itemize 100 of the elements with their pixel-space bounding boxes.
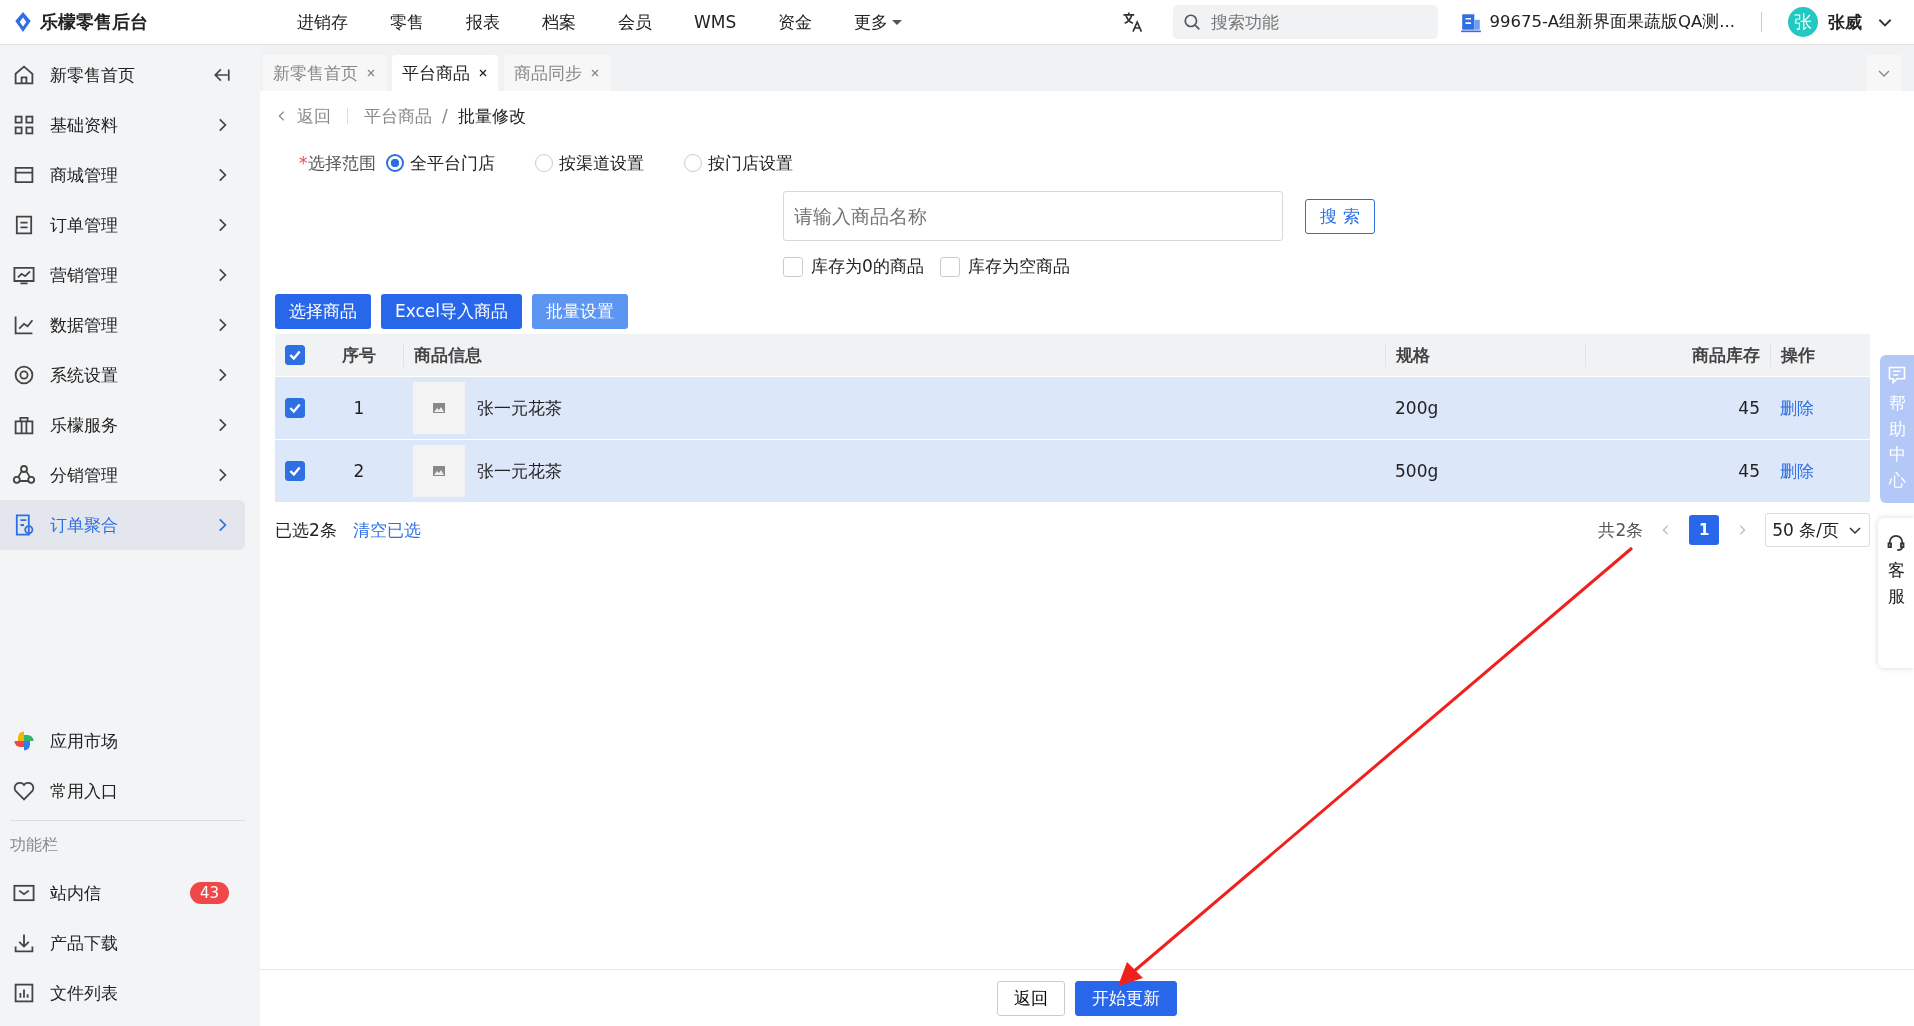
radio-label: 按渠道设置 [558, 151, 644, 175]
sidebar-item[interactable]: 数据管理 [0, 300, 245, 350]
sidebar-item[interactable]: 订单聚合 [0, 500, 245, 550]
back-button[interactable]: 返回 [997, 980, 1065, 1016]
sidebar-item[interactable]: 常用入口 [0, 766, 245, 816]
sidebar-item[interactable]: 基础资料 [0, 100, 245, 150]
scope-radio-option[interactable]: 全平台门店 [385, 151, 495, 175]
delete-link[interactable]: 删除 [1780, 396, 1814, 420]
store-name[interactable]: 99675-A组新界面果蔬版QA测... [1489, 11, 1735, 33]
top-nav-item[interactable]: 资金 [757, 10, 834, 34]
settings-icon [12, 363, 36, 387]
clear-selection-link[interactable]: 清空已选 [352, 518, 421, 542]
sidebar-item-label: 系统设置 [50, 363, 119, 387]
back-link[interactable]: 返回 [275, 104, 331, 128]
column-header: 规格 [1396, 343, 1430, 367]
sidebar-item[interactable]: 系统设置 [0, 350, 245, 400]
check-icon [288, 464, 302, 478]
search-icon [1182, 13, 1201, 31]
search-button[interactable]: 搜 索 [1305, 198, 1375, 234]
field-label: 选择范围 [307, 151, 376, 175]
selection-count: 已选2条 [275, 518, 337, 542]
more-menu[interactable]: 更多 [833, 10, 924, 34]
select-all-checkbox[interactable] [285, 345, 305, 365]
tab-label: 平台商品 [402, 61, 470, 85]
column-header: 商品库存 [1692, 343, 1760, 367]
translate-icon[interactable] [1120, 10, 1145, 34]
user-name[interactable]: 张威 [1828, 10, 1862, 34]
table-cell: 2 [353, 461, 365, 481]
table-row[interactable]: 1 张一元花茶 200g 45 删除 [275, 376, 1870, 439]
delete-link[interactable]: 删除 [1780, 459, 1814, 483]
section-title: 功能栏 [9, 834, 59, 856]
radio-button[interactable] [385, 154, 404, 172]
search-field[interactable]: 搜索功能 [1172, 5, 1438, 39]
close-icon[interactable] [478, 68, 488, 78]
sidebar-item-label: 基础资料 [50, 113, 119, 137]
sidebar-item-label: 应用市场 [50, 729, 119, 753]
page-size-select[interactable]: 50 条/页 [1765, 513, 1870, 547]
grid-icon [12, 113, 36, 137]
page-tab[interactable]: 平台商品 [392, 55, 498, 91]
sidebar-item-label: 乐檬服务 [50, 413, 119, 437]
sidebar-item[interactable]: 乐檬服务 [0, 400, 245, 450]
breadcrumb-item[interactable]: 平台商品 [364, 104, 432, 128]
top-nav-item[interactable]: 档案 [521, 10, 597, 34]
sidebar-item[interactable]: 新零售首页 [0, 50, 245, 100]
sidebar-item[interactable]: 应用市场 [0, 716, 245, 766]
top-nav-item[interactable]: WMS [673, 10, 758, 34]
checkbox-label: 库存为空商品 [967, 255, 1070, 278]
sidebar-item-label: 分销管理 [50, 463, 119, 487]
table-cell: 45 [1738, 398, 1760, 418]
sidebar-item[interactable]: 站内信 43 [0, 868, 245, 918]
sidebar-item-label: 订单聚合 [50, 513, 119, 537]
sidebar-item[interactable]: 订单管理 [0, 200, 245, 250]
table-cell: 张一元花茶 [477, 459, 562, 483]
table-cell: 500g [1395, 461, 1439, 481]
checkbox[interactable] [939, 256, 960, 277]
action-button[interactable]: 选择商品 [275, 294, 371, 329]
top-nav-item[interactable]: 零售 [369, 10, 445, 34]
sidebar-item[interactable]: 商城管理 [0, 150, 245, 200]
checkbox[interactable] [783, 256, 803, 277]
sidebar-item[interactable]: 营销管理 [0, 250, 245, 300]
checkbox-label: 库存为0的商品 [811, 255, 924, 278]
collapse-icon[interactable] [213, 66, 231, 84]
column-header: 商品信息 [414, 343, 482, 367]
table-row[interactable]: 2 张一元花茶 500g 45 删除 [275, 439, 1870, 502]
sidebar-item[interactable]: 产品下载 [0, 918, 245, 968]
action-button[interactable]: Excel导入商品 [381, 294, 523, 329]
home-icon [12, 63, 36, 87]
product-name-field[interactable]: 请输入商品名称 [783, 191, 1283, 241]
top-nav-item[interactable]: 报表 [445, 10, 521, 34]
row-checkbox[interactable] [285, 461, 305, 481]
page-number[interactable]: 1 [1689, 515, 1720, 545]
sidebar-item-label: 订单管理 [50, 213, 119, 237]
network-icon [12, 463, 36, 487]
sidebar-item[interactable]: 分销管理 [0, 450, 245, 500]
required-mark: * [299, 153, 308, 173]
tab-label: 新零售首页 [273, 61, 358, 85]
breadcrumb-item: 批量修改 [457, 104, 526, 128]
sidebar-item-label: 站内信 [50, 881, 102, 905]
column-header: 操作 [1781, 343, 1815, 367]
search-input[interactable]: 搜索功能 [1208, 11, 1413, 33]
sidebar-item-label: 营销管理 [50, 263, 119, 287]
row-checkbox[interactable] [285, 398, 305, 418]
top-nav-item[interactable]: 会员 [597, 10, 673, 34]
help-center-label: 帮助中心 [1888, 392, 1906, 492]
sidebar-item[interactable]: 文件列表 [0, 968, 245, 1018]
table-cell: 200g [1395, 398, 1439, 418]
radio-label: 按门店设置 [707, 151, 793, 175]
scope-radio-option[interactable]: 按门店设置 [683, 151, 793, 175]
unread-count-badge: 43 [189, 882, 229, 904]
pinwheel-icon [12, 729, 36, 753]
top-nav-item[interactable]: 进销存 [276, 10, 369, 34]
start-update-button[interactable]: 开始更新 [1075, 980, 1177, 1016]
scope-radio-option[interactable]: 按渠道设置 [534, 151, 644, 175]
radio-label: 全平台门店 [409, 151, 495, 175]
column-header: 序号 [342, 343, 376, 367]
table-cell: 1 [353, 398, 365, 418]
heart-icon [12, 779, 36, 803]
tab-label: 商品同步 [514, 61, 582, 85]
customer-service-tab[interactable]: 客服 [1878, 518, 1914, 668]
sidebar-item-label: 常用入口 [50, 779, 119, 803]
